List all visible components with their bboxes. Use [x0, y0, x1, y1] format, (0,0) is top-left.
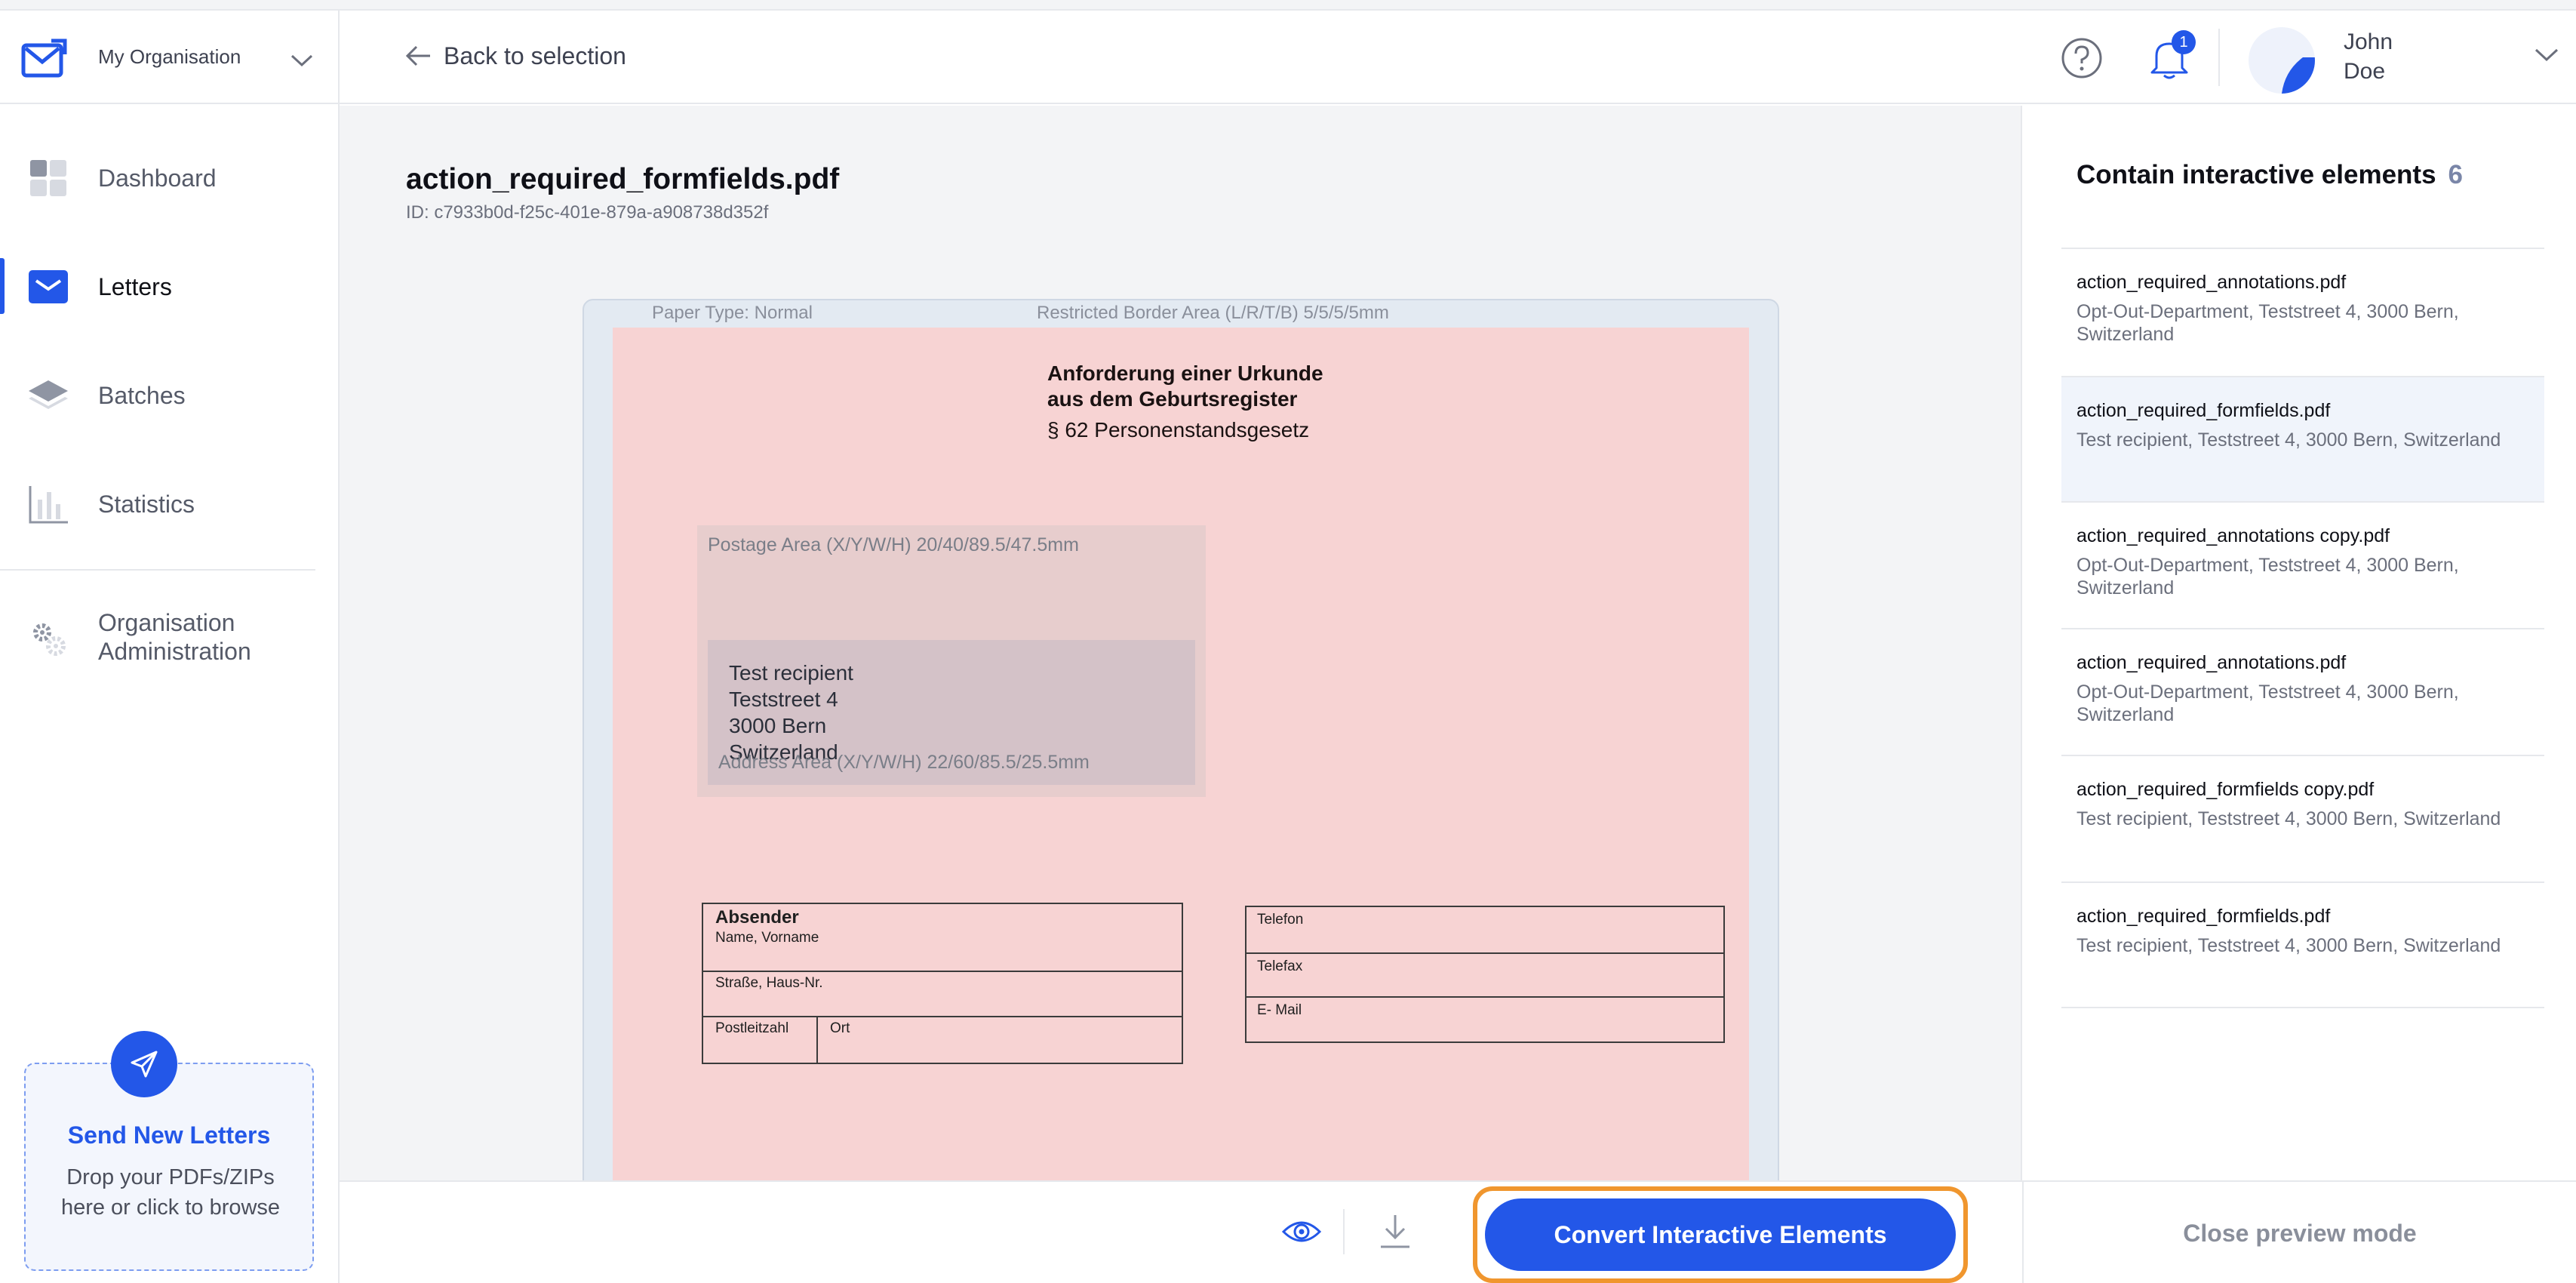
nav-label: Letters — [98, 273, 172, 300]
organisation-name: My Organisation — [98, 45, 241, 68]
paper-preview-frame: Paper Type: Normal Restricted Border Are… — [583, 299, 1779, 1180]
close-preview-button[interactable]: Close preview mode — [2022, 1182, 2576, 1283]
eye-icon[interactable] — [1281, 1215, 1322, 1248]
bottom-action-bar: Convert Interactive Elements Close previ… — [340, 1180, 2576, 1283]
nav-label: Organisation Administration — [98, 609, 251, 665]
mail-logo-icon — [21, 38, 67, 78]
avatar[interactable] — [2249, 27, 2315, 94]
border-area-label: Restricted Border Area (L/R/T/B) 5/5/5/5… — [1037, 303, 1389, 323]
arrow-left-icon — [405, 45, 430, 66]
list-item-address: Test recipient, Teststreet 4, 3000 Bern,… — [2076, 808, 2501, 829]
list-item[interactable]: action_required_formfields.pdf Test reci… — [2061, 377, 2544, 503]
postage-area-label: Postage Area (X/Y/W/H) 20/40/89.5/47.5mm — [708, 534, 1079, 555]
list-item-file: action_required_annotations copy.pdf — [2076, 525, 2390, 546]
nav-item-letters[interactable]: Letters — [0, 248, 338, 323]
nav-item-batches[interactable]: Batches — [0, 356, 338, 432]
list-item[interactable]: action_required_annotations copy.pdf Opt… — [2061, 503, 2544, 629]
list-item-file: action_required_formfields.pdf — [2076, 906, 2331, 927]
form-label-telefax: Telefax — [1257, 958, 1303, 974]
form-line — [703, 1016, 1182, 1017]
form-label-name: Name, Vorname — [715, 930, 819, 946]
form-label-ort: Ort — [830, 1020, 850, 1036]
panel-count: 6 — [2448, 160, 2464, 189]
nav-item-dashboard[interactable]: Dashboard — [0, 139, 338, 214]
list-item-address: Opt-Out-Department, Teststreet 4, 3000 B… — [2076, 555, 2459, 598]
form-label-telefon: Telefon — [1257, 912, 1304, 928]
form-line — [1247, 996, 1723, 998]
form-line — [1247, 952, 1723, 954]
list-item-file: action_required_annotations.pdf — [2076, 652, 2347, 673]
nav-divider — [0, 569, 315, 571]
nav-label: Dashboard — [98, 165, 217, 192]
nav-item-statistics[interactable]: Statistics — [0, 465, 338, 540]
list-item-address: Opt-Out-Department, Teststreet 4, 3000 B… — [2076, 681, 2459, 725]
user-name[interactable]: John Doe — [2344, 27, 2434, 86]
panel-title: Contain interactive elements 6 — [2076, 160, 2464, 189]
sender-form-box: Absender Name, Vorname Straße, Haus-Nr. … — [702, 903, 1183, 1064]
interactive-elements-panel: Contain interactive elements 6 action_req… — [2024, 106, 2576, 1180]
dropzone-title: Send New Letters — [67, 1121, 271, 1149]
nav-label: Statistics — [98, 491, 195, 518]
organisation-switcher[interactable]: My Organisation — [0, 11, 338, 104]
top-header: Back to selection 1 John Doe — [340, 11, 2576, 104]
convert-interactive-elements-button[interactable]: Convert Interactive Elements — [1485, 1198, 1956, 1271]
contact-form-box: Telefon Telefax E- Mail — [1245, 906, 1725, 1043]
list-item[interactable]: action_required_annotations.pdf Opt-Out-… — [2061, 249, 2544, 377]
list-item-address: Test recipient, Teststreet 4, 3000 Bern,… — [2076, 429, 2501, 451]
send-letters-dropzone[interactable]: Send New Letters Drop your PDFs/ZIPs her… — [24, 1063, 314, 1271]
layers-icon — [29, 380, 68, 409]
document-subheading: § 62 Personenstandsgesetz — [1047, 418, 1310, 442]
back-to-selection-link[interactable]: Back to selection — [404, 41, 626, 71]
list-item-file: action_required_formfields.pdf — [2076, 400, 2331, 421]
notification-badge: 1 — [2172, 30, 2196, 54]
avatar-graphic-icon — [2282, 57, 2315, 94]
list-item-address: Test recipient, Teststreet 4, 3000 Bern,… — [2076, 935, 2501, 956]
document-heading: Anforderung einer Urkunde aus dem Geburt… — [1047, 362, 1323, 411]
nav-item-organisation-administration[interactable]: Organisation Administration — [0, 599, 338, 675]
list-item-file: action_required_annotations.pdf — [2076, 272, 2347, 293]
form-line — [816, 1016, 818, 1063]
paper-type-label: Paper Type: Normal — [652, 303, 813, 323]
dashboard-icon — [30, 160, 66, 196]
sidebar: My Organisation Dashboard Letters Batche… — [0, 11, 340, 1283]
list-item-address: Opt-Out-Department, Teststreet 4, 3000 B… — [2076, 301, 2459, 345]
convert-button-highlight: Convert Interactive Elements — [1473, 1186, 1968, 1283]
back-label: Back to selection — [444, 42, 626, 69]
file-id: ID: c7933b0d-f25c-401e-879a-a908738d352f — [406, 202, 769, 223]
gears-icon — [33, 623, 66, 656]
form-label-strasse: Straße, Haus-Nr. — [715, 975, 823, 991]
chevron-down-icon[interactable] — [2534, 47, 2559, 63]
list-item[interactable]: action_required_formfields.pdf Test reci… — [2061, 883, 2544, 1008]
dropzone-text: Drop your PDFs/ZIPs here or click to bro… — [60, 1165, 281, 1220]
paper-plane-icon — [131, 1051, 158, 1078]
list-item-file: action_required_formfields copy.pdf — [2076, 779, 2375, 800]
envelope-icon — [29, 270, 68, 303]
file-list: action_required_annotations.pdf Opt-Out-… — [2061, 248, 2544, 1008]
list-item[interactable]: action_required_formfields copy.pdf Test… — [2061, 756, 2544, 883]
form-line — [703, 971, 1182, 972]
window-top-strip — [0, 0, 2576, 11]
chevron-down-icon — [290, 54, 313, 67]
list-item[interactable]: action_required_annotations.pdf Opt-Out-… — [2061, 629, 2544, 756]
recipient-address: Test recipient Teststreet 4 3000 Bern Sw… — [729, 661, 853, 764]
download-icon[interactable] — [1378, 1212, 1412, 1250]
header-separator — [2218, 29, 2220, 86]
letter-page: Anforderung einer Urkunde aus dem Geburt… — [613, 328, 1749, 1180]
form-label-plz: Postleitzahl — [715, 1020, 789, 1036]
bar-chart-icon — [29, 486, 68, 524]
preview-area: action_required_formfields.pdf ID: c7933… — [340, 106, 2022, 1180]
address-area-label: Address Area (X/Y/W/H) 22/60/85.5/25.5mm — [718, 752, 1090, 773]
send-letters-button[interactable] — [111, 1031, 177, 1097]
help-icon[interactable] — [2060, 36, 2104, 80]
toolbar-separator — [1343, 1209, 1345, 1254]
file-title: action_required_formfields.pdf — [406, 163, 840, 195]
form-label-email: E- Mail — [1257, 1002, 1302, 1018]
nav-label: Batches — [98, 382, 186, 409]
form-label-absender: Absender — [715, 907, 799, 928]
